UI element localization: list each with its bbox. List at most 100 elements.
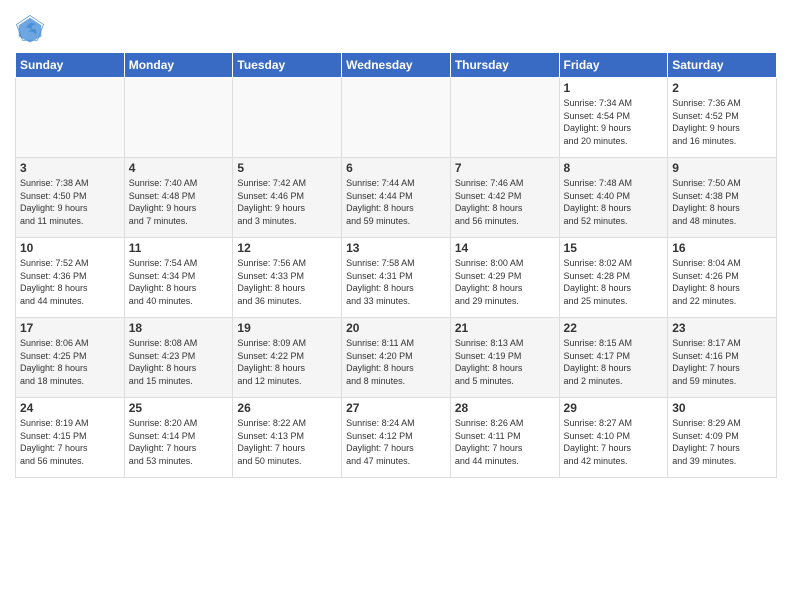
- calendar-cell: 25 Sunrise: 8:20 AM Sunset: 4:14 PM Dayli…: [124, 398, 233, 478]
- day-info: Sunrise: 7:54 AM Sunset: 4:34 PM Dayligh…: [129, 257, 229, 307]
- calendar-cell: 26 Sunrise: 8:22 AM Sunset: 4:13 PM Dayli…: [233, 398, 342, 478]
- day-number: 6: [346, 161, 446, 175]
- header-cell-monday: Monday: [124, 53, 233, 78]
- day-number: 22: [564, 321, 664, 335]
- day-number: 20: [346, 321, 446, 335]
- day-number: 14: [455, 241, 555, 255]
- day-info: Sunrise: 8:26 AM Sunset: 4:11 PM Dayligh…: [455, 417, 555, 467]
- calendar-week-2: 3 Sunrise: 7:38 AM Sunset: 4:50 PM Daylig…: [16, 158, 777, 238]
- day-info: Sunrise: 8:08 AM Sunset: 4:23 PM Dayligh…: [129, 337, 229, 387]
- calendar-cell: 2 Sunrise: 7:36 AM Sunset: 4:52 PM Daylig…: [668, 78, 777, 158]
- calendar-cell: 17Sunrise: 8:06 AM Sunset: 4:25 PM Dayli…: [16, 318, 125, 398]
- calendar-cell: 21Sunrise: 8:13 AM Sunset: 4:19 PM Dayli…: [450, 318, 559, 398]
- day-number: 7: [455, 161, 555, 175]
- calendar-cell: [450, 78, 559, 158]
- calendar-cell: 5 Sunrise: 7:42 AM Sunset: 4:46 PM Daylig…: [233, 158, 342, 238]
- day-number: 12: [237, 241, 337, 255]
- calendar-cell: 11 Sunrise: 7:54 AM Sunset: 4:34 PM Dayli…: [124, 238, 233, 318]
- day-info: Sunrise: 8:27 AM Sunset: 4:10 PM Dayligh…: [564, 417, 664, 467]
- day-number: 1: [564, 81, 664, 95]
- day-number: 24: [20, 401, 120, 415]
- calendar-cell: 15 Sunrise: 8:02 AM Sunset: 4:28 PM Dayli…: [559, 238, 668, 318]
- calendar-cell: 23 Sunrise: 8:17 AM Sunset: 4:16 PM Dayli…: [668, 318, 777, 398]
- calendar-cell: 27 Sunrise: 8:24 AM Sunset: 4:12 PM Dayli…: [342, 398, 451, 478]
- calendar-cell: 10 Sunrise: 7:52 AM Sunset: 4:36 PM Dayli…: [16, 238, 125, 318]
- day-info: Sunrise: 8:04 AM Sunset: 4:26 PM Dayligh…: [672, 257, 772, 307]
- calendar-cell: [124, 78, 233, 158]
- day-info: Sunrise: 7:48 AM Sunset: 4:40 PM Dayligh…: [564, 177, 664, 227]
- day-info: Sunrise: 7:40 AM Sunset: 4:48 PM Dayligh…: [129, 177, 229, 227]
- page: SundayMondayTuesdayWednesdayThursdayFrid…: [0, 0, 792, 612]
- calendar-cell: 29 Sunrise: 8:27 AM Sunset: 4:10 PM Dayli…: [559, 398, 668, 478]
- day-number: 11: [129, 241, 229, 255]
- day-number: 8: [564, 161, 664, 175]
- day-info: Sunrise: 7:52 AM Sunset: 4:36 PM Dayligh…: [20, 257, 120, 307]
- header-cell-sunday: Sunday: [16, 53, 125, 78]
- calendar-week-5: 24 Sunrise: 8:19 AM Sunset: 4:15 PM Dayli…: [16, 398, 777, 478]
- day-info: Sunrise: 7:34 AM Sunset: 4:54 PM Dayligh…: [564, 97, 664, 147]
- calendar-cell: 30 Sunrise: 8:29 AM Sunset: 4:09 PM Dayli…: [668, 398, 777, 478]
- header-cell-saturday: Saturday: [668, 53, 777, 78]
- calendar-cell: 13 Sunrise: 7:58 AM Sunset: 4:31 PM Dayli…: [342, 238, 451, 318]
- day-number: 9: [672, 161, 772, 175]
- calendar-cell: 1 Sunrise: 7:34 AM Sunset: 4:54 PM Daylig…: [559, 78, 668, 158]
- day-number: 4: [129, 161, 229, 175]
- calendar-cell: 6 Sunrise: 7:44 AM Sunset: 4:44 PM Daylig…: [342, 158, 451, 238]
- calendar-cell: [16, 78, 125, 158]
- header-cell-thursday: Thursday: [450, 53, 559, 78]
- day-number: 13: [346, 241, 446, 255]
- day-number: 10: [20, 241, 120, 255]
- calendar-cell: 12Sunrise: 7:56 AM Sunset: 4:33 PM Dayli…: [233, 238, 342, 318]
- day-info: Sunrise: 8:29 AM Sunset: 4:09 PM Dayligh…: [672, 417, 772, 467]
- day-info: Sunrise: 8:20 AM Sunset: 4:14 PM Dayligh…: [129, 417, 229, 467]
- calendar-week-1: 1 Sunrise: 7:34 AM Sunset: 4:54 PM Daylig…: [16, 78, 777, 158]
- day-info: Sunrise: 8:06 AM Sunset: 4:25 PM Dayligh…: [20, 337, 120, 387]
- day-info: Sunrise: 7:38 AM Sunset: 4:50 PM Dayligh…: [20, 177, 120, 227]
- header-cell-tuesday: Tuesday: [233, 53, 342, 78]
- day-number: 27: [346, 401, 446, 415]
- day-info: Sunrise: 8:13 AM Sunset: 4:19 PM Dayligh…: [455, 337, 555, 387]
- calendar-week-4: 17Sunrise: 8:06 AM Sunset: 4:25 PM Dayli…: [16, 318, 777, 398]
- calendar-cell: 22 Sunrise: 8:15 AM Sunset: 4:17 PM Dayli…: [559, 318, 668, 398]
- day-info: Sunrise: 8:00 AM Sunset: 4:29 PM Dayligh…: [455, 257, 555, 307]
- day-info: Sunrise: 8:19 AM Sunset: 4:15 PM Dayligh…: [20, 417, 120, 467]
- day-number: 2: [672, 81, 772, 95]
- calendar: SundayMondayTuesdayWednesdayThursdayFrid…: [15, 52, 777, 478]
- calendar-cell: 3 Sunrise: 7:38 AM Sunset: 4:50 PM Daylig…: [16, 158, 125, 238]
- day-number: 30: [672, 401, 772, 415]
- day-info: Sunrise: 7:36 AM Sunset: 4:52 PM Dayligh…: [672, 97, 772, 147]
- calendar-cell: 19Sunrise: 8:09 AM Sunset: 4:22 PM Dayli…: [233, 318, 342, 398]
- header-cell-friday: Friday: [559, 53, 668, 78]
- calendar-cell: 18 Sunrise: 8:08 AM Sunset: 4:23 PM Dayli…: [124, 318, 233, 398]
- day-info: Sunrise: 8:24 AM Sunset: 4:12 PM Dayligh…: [346, 417, 446, 467]
- calendar-cell: 4 Sunrise: 7:40 AM Sunset: 4:48 PM Daylig…: [124, 158, 233, 238]
- day-info: Sunrise: 8:22 AM Sunset: 4:13 PM Dayligh…: [237, 417, 337, 467]
- calendar-cell: 20 Sunrise: 8:11 AM Sunset: 4:20 PM Dayli…: [342, 318, 451, 398]
- day-number: 16: [672, 241, 772, 255]
- header-row: SundayMondayTuesdayWednesdayThursdayFrid…: [16, 53, 777, 78]
- day-info: Sunrise: 8:17 AM Sunset: 4:16 PM Dayligh…: [672, 337, 772, 387]
- day-info: Sunrise: 8:02 AM Sunset: 4:28 PM Dayligh…: [564, 257, 664, 307]
- day-number: 23: [672, 321, 772, 335]
- header-cell-wednesday: Wednesday: [342, 53, 451, 78]
- day-info: Sunrise: 7:46 AM Sunset: 4:42 PM Dayligh…: [455, 177, 555, 227]
- calendar-cell: 7 Sunrise: 7:46 AM Sunset: 4:42 PM Daylig…: [450, 158, 559, 238]
- calendar-cell: 24 Sunrise: 8:19 AM Sunset: 4:15 PM Dayli…: [16, 398, 125, 478]
- day-info: Sunrise: 7:44 AM Sunset: 4:44 PM Dayligh…: [346, 177, 446, 227]
- day-info: Sunrise: 7:42 AM Sunset: 4:46 PM Dayligh…: [237, 177, 337, 227]
- day-number: 18: [129, 321, 229, 335]
- day-info: Sunrise: 7:50 AM Sunset: 4:38 PM Dayligh…: [672, 177, 772, 227]
- calendar-cell: [233, 78, 342, 158]
- day-number: 26: [237, 401, 337, 415]
- day-number: 28: [455, 401, 555, 415]
- day-number: 29: [564, 401, 664, 415]
- logo-icon: [15, 14, 45, 44]
- day-number: 3: [20, 161, 120, 175]
- calendar-cell: 8 Sunrise: 7:48 AM Sunset: 4:40 PM Daylig…: [559, 158, 668, 238]
- day-info: Sunrise: 8:15 AM Sunset: 4:17 PM Dayligh…: [564, 337, 664, 387]
- day-info: Sunrise: 7:58 AM Sunset: 4:31 PM Dayligh…: [346, 257, 446, 307]
- day-number: 5: [237, 161, 337, 175]
- day-number: 15: [564, 241, 664, 255]
- day-number: 25: [129, 401, 229, 415]
- day-info: Sunrise: 8:11 AM Sunset: 4:20 PM Dayligh…: [346, 337, 446, 387]
